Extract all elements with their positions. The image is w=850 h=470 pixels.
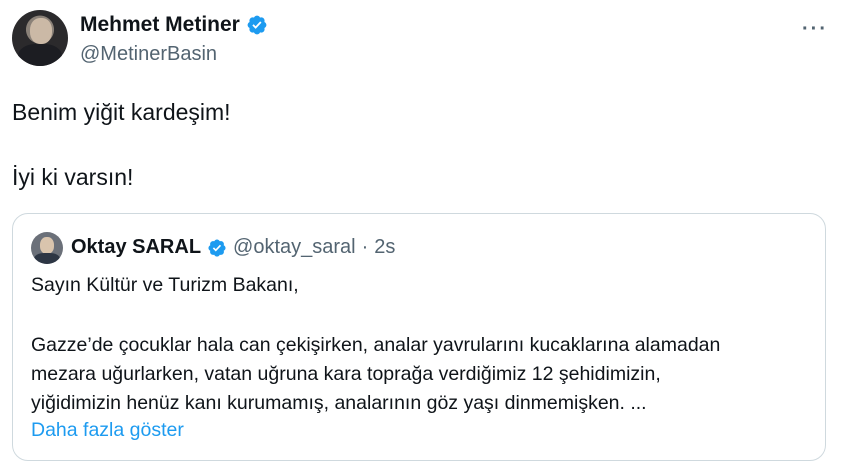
author-avatar[interactable] — [12, 10, 68, 66]
avatar-body — [18, 44, 62, 66]
verified-badge-icon — [208, 238, 226, 257]
avatar-face — [40, 237, 54, 254]
quoted-tweet-card[interactable]: Oktay SARAL @oktay_saral · 2s Sayın Kült… — [12, 213, 826, 461]
author-name-row: Mehmet Metiner — [80, 13, 268, 37]
more-options-icon[interactable]: ··· — [802, 18, 828, 41]
verified-badge-icon — [247, 15, 267, 35]
quoted-tweet-header: Oktay SARAL @oktay_saral · 2s — [71, 236, 395, 259]
avatar-face — [30, 18, 52, 44]
quoted-author-avatar[interactable] — [31, 232, 63, 264]
tweet-text-line: İyi ki varsın! — [12, 164, 134, 190]
quoted-tweet-time[interactable]: 2s — [374, 236, 395, 259]
show-more-link[interactable]: Daha fazla göster — [31, 419, 184, 442]
separator-dot: · — [361, 236, 369, 258]
author-name[interactable]: Mehmet Metiner — [80, 13, 240, 37]
tweet-text-line: Benim yiğit kardeşim! — [12, 99, 231, 125]
quoted-text-line: yiğidimizin henüz kanı kurumamış, analar… — [31, 392, 647, 414]
quoted-text-line: mezara uğurlarken, vatan uğruna kara top… — [31, 363, 661, 385]
quoted-text-line: Gazze’de çocuklar hala can çekişirken, a… — [31, 334, 721, 356]
author-handle[interactable]: @MetinerBasin — [80, 43, 217, 66]
quoted-author-name[interactable]: Oktay SARAL — [71, 236, 201, 259]
avatar-body — [34, 253, 60, 264]
quoted-author-handle[interactable]: @oktay_saral — [233, 236, 356, 259]
quoted-text-line: Sayın Kültür ve Turizm Bakanı, — [31, 274, 299, 296]
